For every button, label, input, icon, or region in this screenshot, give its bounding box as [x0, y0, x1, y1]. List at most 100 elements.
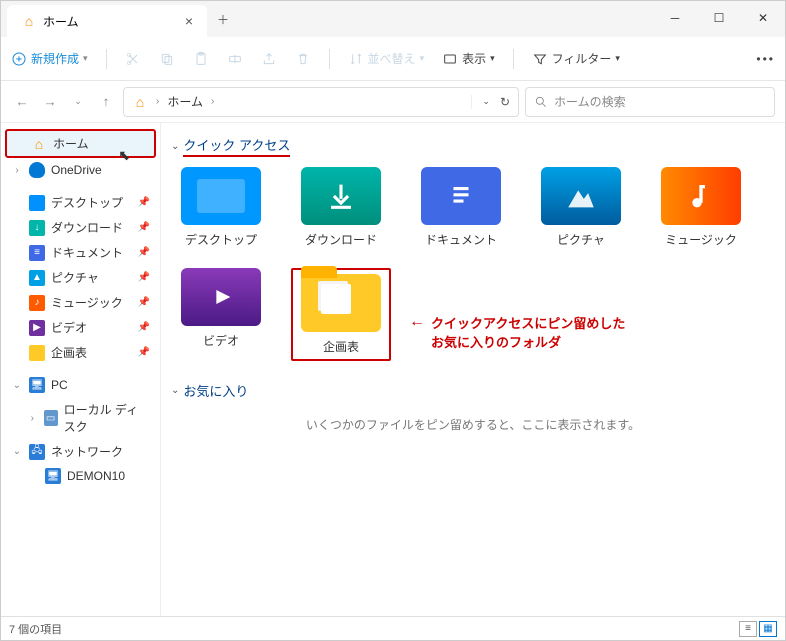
- disk-icon: ▭: [44, 410, 58, 426]
- chevron-right-icon: ›: [11, 165, 23, 176]
- command-toolbar: 新規作成 ▾ 並べ替え ▾ 表示 ▾ フィルター ▾ •••: [1, 37, 785, 81]
- close-tab-button[interactable]: ×: [185, 13, 193, 29]
- maximize-button[interactable]: ☐: [697, 1, 741, 35]
- sidebar-item-music[interactable]: ♪ ミュージック 📌: [5, 290, 156, 315]
- document-folder-icon: [421, 167, 501, 225]
- sidebar-item-localdisk[interactable]: › ▭ ローカル ディスク: [5, 397, 156, 439]
- sidebar-item-desktop[interactable]: デスクトップ 📌: [5, 190, 156, 215]
- share-icon: [261, 51, 277, 67]
- rename-icon: [227, 51, 243, 67]
- sidebar-item-network[interactable]: ⌄ 🖧 ネットワーク: [5, 439, 156, 464]
- close-window-button[interactable]: ✕: [741, 1, 785, 35]
- navigation-pane: ⌂ ホーム ⬉ › OneDrive デスクトップ 📌 ↓ ダウンロード 📌: [1, 123, 161, 616]
- recent-button[interactable]: ⌄: [67, 91, 89, 113]
- search-placeholder: ホームの検索: [554, 93, 626, 110]
- section-quickaccess[interactable]: ⌄ クイック アクセス: [171, 135, 775, 157]
- chevron-down-icon: ⌄: [11, 380, 23, 391]
- pin-icon: 📌: [138, 322, 150, 333]
- pc-icon: 🖥: [29, 377, 45, 393]
- chevron-right-icon: ›: [211, 96, 214, 107]
- pin-icon: 📌: [138, 297, 150, 308]
- sidebar-item-pc[interactable]: ⌄ 🖥 PC: [5, 373, 156, 397]
- navigation-bar: ← → ⌄ ↑ ⌂ › ホーム › ⌄ ↻ ホームの検索: [1, 81, 785, 123]
- view-icon: [442, 51, 458, 67]
- sidebar-item-downloads[interactable]: ↓ ダウンロード 📌: [5, 215, 156, 240]
- chevron-down-icon: ▾: [83, 53, 88, 64]
- new-tab-button[interactable]: ＋: [207, 1, 239, 28]
- sidebar-item-videos[interactable]: ▶ ビデオ 📌: [5, 315, 156, 340]
- tile-desktop[interactable]: デスクトップ: [171, 167, 271, 248]
- icons-view-button[interactable]: ▦: [759, 621, 777, 637]
- more-button[interactable]: •••: [756, 52, 775, 66]
- sidebar-item-pictures[interactable]: ▲ ピクチャ 📌: [5, 265, 156, 290]
- sidebar-item-plan[interactable]: 企画表 📌: [5, 340, 156, 365]
- search-icon: [534, 95, 548, 109]
- chevron-down-icon: ⌄: [171, 141, 179, 152]
- content-pane: ⌄ クイック アクセス デスクトップ ダウンロード: [161, 123, 785, 616]
- paste-button[interactable]: [193, 51, 209, 67]
- home-icon: ⌂: [31, 136, 47, 152]
- search-input[interactable]: ホームの検索: [525, 87, 775, 117]
- pin-icon: 📌: [138, 197, 150, 208]
- pin-icon: 📌: [138, 347, 150, 358]
- minimize-button[interactable]: ─: [653, 1, 697, 35]
- delete-button[interactable]: [295, 51, 311, 67]
- refresh-button[interactable]: ↻: [500, 95, 510, 109]
- tile-downloads[interactable]: ダウンロード: [291, 167, 391, 248]
- chevron-down-icon: ▾: [615, 53, 620, 64]
- new-button[interactable]: 新規作成 ▾: [11, 50, 88, 67]
- network-icon: 🖧: [29, 444, 45, 460]
- address-bar[interactable]: ⌂ › ホーム › ⌄ ↻: [123, 87, 519, 117]
- forward-button[interactable]: →: [39, 91, 61, 113]
- document-icon: ≡: [29, 245, 45, 261]
- sidebar-item-home[interactable]: ⌂ ホーム ⬉: [5, 129, 156, 158]
- sidebar-item-demon10[interactable]: 🖥 DEMON10: [5, 464, 156, 488]
- tile-plan[interactable]: 企画表: [291, 268, 391, 361]
- cut-button[interactable]: [125, 51, 141, 67]
- view-button[interactable]: 表示 ▾: [442, 50, 495, 67]
- pin-icon: 📌: [138, 247, 150, 258]
- chevron-down-icon: ⌄: [11, 446, 23, 457]
- annotation-callout: ← クイックアクセスにピン留めした お気に入りのフォルダ: [409, 313, 625, 351]
- breadcrumb-home[interactable]: ホーム: [167, 93, 203, 110]
- chevron-right-icon: ›: [156, 96, 159, 107]
- home-icon: ⌂: [21, 13, 37, 29]
- download-icon: ↓: [29, 220, 45, 236]
- up-button[interactable]: ↑: [95, 91, 117, 113]
- chevron-down-icon: ▾: [490, 53, 495, 64]
- tile-documents[interactable]: ドキュメント: [411, 167, 511, 248]
- section-favorites[interactable]: ⌄ お気に入り: [171, 381, 775, 400]
- chevron-down-icon[interactable]: ⌄: [482, 96, 490, 107]
- onedrive-icon: [29, 162, 45, 178]
- folder-icon: [29, 345, 45, 361]
- desktop-folder-icon: [181, 167, 261, 225]
- window-controls: ─ ☐ ✕: [653, 1, 785, 35]
- plus-circle-icon: [11, 51, 27, 67]
- back-button[interactable]: ←: [11, 91, 33, 113]
- copy-button[interactable]: [159, 51, 175, 67]
- trash-icon: [295, 51, 311, 67]
- rename-button[interactable]: [227, 51, 243, 67]
- folder-icon: [301, 274, 381, 332]
- tile-videos[interactable]: ビデオ: [171, 268, 271, 361]
- picture-folder-icon: [541, 167, 621, 225]
- video-folder-icon: [181, 268, 261, 326]
- video-icon: ▶: [29, 320, 45, 336]
- chevron-right-icon: ›: [27, 413, 38, 424]
- tab-home[interactable]: ⌂ ホーム ×: [7, 5, 207, 37]
- pin-icon: 📌: [138, 222, 150, 233]
- pin-icon: 📌: [138, 272, 150, 283]
- picture-icon: ▲: [29, 270, 45, 286]
- sort-button[interactable]: 並べ替え ▾: [348, 50, 425, 67]
- tile-music[interactable]: ミュージック: [651, 167, 751, 248]
- share-button[interactable]: [261, 51, 277, 67]
- details-view-button[interactable]: ≡: [739, 621, 757, 637]
- title-bar: ⌂ ホーム × ＋ ─ ☐ ✕: [1, 1, 785, 37]
- tile-pictures[interactable]: ピクチャ: [531, 167, 631, 248]
- copy-icon: [159, 51, 175, 67]
- sidebar-item-onedrive[interactable]: › OneDrive: [5, 158, 156, 182]
- music-icon: ♪: [29, 295, 45, 311]
- filter-button[interactable]: フィルター ▾: [532, 50, 620, 67]
- cut-icon: [125, 51, 141, 67]
- sidebar-item-documents[interactable]: ≡ ドキュメント 📌: [5, 240, 156, 265]
